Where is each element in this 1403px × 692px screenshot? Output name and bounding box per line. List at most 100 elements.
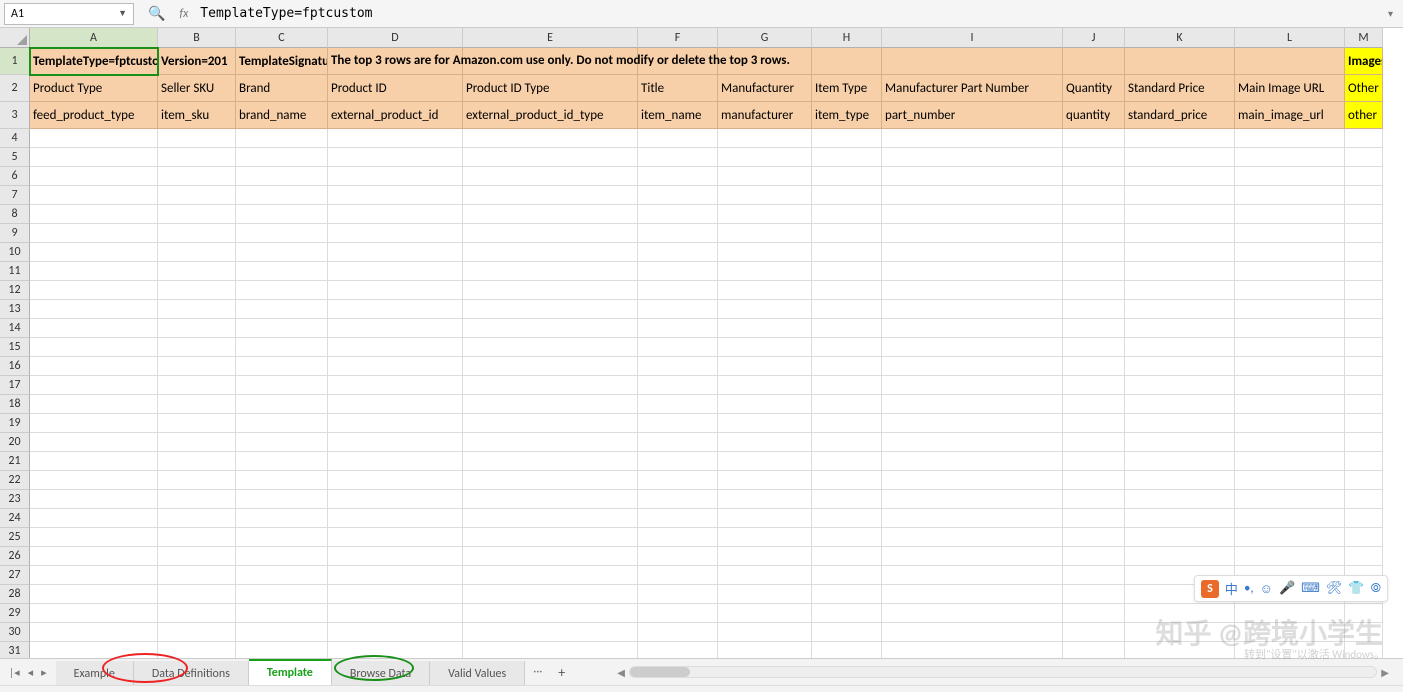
tab-first-icon[interactable]: |◂ (6, 666, 23, 679)
cell-H16[interactable] (812, 357, 882, 376)
cell-I5[interactable] (882, 148, 1063, 167)
cell-M25[interactable] (1345, 528, 1383, 547)
cell-K7[interactable] (1125, 186, 1235, 205)
cell-E6[interactable] (463, 167, 638, 186)
cell-B8[interactable] (158, 205, 236, 224)
cell-I27[interactable] (882, 566, 1063, 585)
cell-A10[interactable] (30, 243, 158, 262)
cell-A18[interactable] (30, 395, 158, 414)
hscroll-track[interactable] (629, 666, 1377, 678)
cell-F26[interactable] (638, 547, 718, 566)
cell-J27[interactable] (1063, 566, 1125, 585)
cell-B11[interactable] (158, 262, 236, 281)
cell-M15[interactable] (1345, 338, 1383, 357)
cell-G4[interactable] (718, 129, 812, 148)
cell-B21[interactable] (158, 452, 236, 471)
row-header-26[interactable]: 26 (0, 547, 30, 566)
cell-F24[interactable] (638, 509, 718, 528)
cell-D2[interactable]: Product ID (328, 75, 463, 102)
cell-L31[interactable] (1235, 642, 1345, 658)
cell-B13[interactable] (158, 300, 236, 319)
cell-G17[interactable] (718, 376, 812, 395)
cell-K1[interactable] (1125, 48, 1235, 75)
cell-H23[interactable] (812, 490, 882, 509)
cell-C5[interactable] (236, 148, 328, 167)
cell-E16[interactable] (463, 357, 638, 376)
dropdown-icon[interactable]: ▼ (118, 8, 127, 19)
cell-D19[interactable] (328, 414, 463, 433)
cell-G5[interactable] (718, 148, 812, 167)
cell-J12[interactable] (1063, 281, 1125, 300)
cell-J3[interactable]: quantity (1063, 102, 1125, 129)
cell-I23[interactable] (882, 490, 1063, 509)
cell-L20[interactable] (1235, 433, 1345, 452)
cell-L13[interactable] (1235, 300, 1345, 319)
cell-H15[interactable] (812, 338, 882, 357)
cell-L14[interactable] (1235, 319, 1345, 338)
cell-K5[interactable] (1125, 148, 1235, 167)
cell-K18[interactable] (1125, 395, 1235, 414)
hscroll-thumb[interactable] (630, 667, 690, 677)
cell-M19[interactable] (1345, 414, 1383, 433)
cell-A28[interactable] (30, 585, 158, 604)
cell-F31[interactable] (638, 642, 718, 658)
cell-I29[interactable] (882, 604, 1063, 623)
cell-A6[interactable] (30, 167, 158, 186)
cell-C8[interactable] (236, 205, 328, 224)
cell-A27[interactable] (30, 566, 158, 585)
cell-J9[interactable] (1063, 224, 1125, 243)
cell-I8[interactable] (882, 205, 1063, 224)
row-header-8[interactable]: 8 (0, 205, 30, 224)
cell-C4[interactable] (236, 129, 328, 148)
cell-D28[interactable] (328, 585, 463, 604)
cell-I21[interactable] (882, 452, 1063, 471)
cell-L18[interactable] (1235, 395, 1345, 414)
cell-L30[interactable] (1235, 623, 1345, 642)
cell-H3[interactable]: item_type (812, 102, 882, 129)
cell-C18[interactable] (236, 395, 328, 414)
cell-A7[interactable] (30, 186, 158, 205)
ime-skin-icon[interactable]: 👕 (1348, 581, 1364, 596)
cell-M5[interactable] (1345, 148, 1383, 167)
col-header-C[interactable]: C (236, 28, 328, 48)
cell-H31[interactable] (812, 642, 882, 658)
row-header-28[interactable]: 28 (0, 585, 30, 604)
row-header-20[interactable]: 20 (0, 433, 30, 452)
cell-F30[interactable] (638, 623, 718, 642)
cell-A22[interactable] (30, 471, 158, 490)
cell-C29[interactable] (236, 604, 328, 623)
cell-K2[interactable]: Standard Price (1125, 75, 1235, 102)
cell-J18[interactable] (1063, 395, 1125, 414)
cell-H19[interactable] (812, 414, 882, 433)
cell-H26[interactable] (812, 547, 882, 566)
cell-I24[interactable] (882, 509, 1063, 528)
cell-F20[interactable] (638, 433, 718, 452)
cell-C21[interactable] (236, 452, 328, 471)
cell-H6[interactable] (812, 167, 882, 186)
cell-E9[interactable] (463, 224, 638, 243)
cell-F21[interactable] (638, 452, 718, 471)
cell-A8[interactable] (30, 205, 158, 224)
cell-J30[interactable] (1063, 623, 1125, 642)
row-header-11[interactable]: 11 (0, 262, 30, 281)
cell-M14[interactable] (1345, 319, 1383, 338)
col-header-K[interactable]: K (1125, 28, 1235, 48)
cell-G27[interactable] (718, 566, 812, 585)
row-header-31[interactable]: 31 (0, 642, 30, 658)
formula-input[interactable] (196, 3, 1374, 25)
cell-K10[interactable] (1125, 243, 1235, 262)
cell-C28[interactable] (236, 585, 328, 604)
cell-E13[interactable] (463, 300, 638, 319)
cell-I16[interactable] (882, 357, 1063, 376)
cell-G2[interactable]: Manufacturer (718, 75, 812, 102)
cell-J22[interactable] (1063, 471, 1125, 490)
ime-lang-icon[interactable]: 中 (1225, 579, 1238, 598)
cell-C31[interactable] (236, 642, 328, 658)
col-header-D[interactable]: D (328, 28, 463, 48)
cell-J2[interactable]: Quantity (1063, 75, 1125, 102)
row-header-5[interactable]: 5 (0, 148, 30, 167)
cell-F29[interactable] (638, 604, 718, 623)
cell-F14[interactable] (638, 319, 718, 338)
cell-G1[interactable] (718, 48, 812, 75)
cell-B1[interactable]: Version=201 (158, 48, 236, 75)
